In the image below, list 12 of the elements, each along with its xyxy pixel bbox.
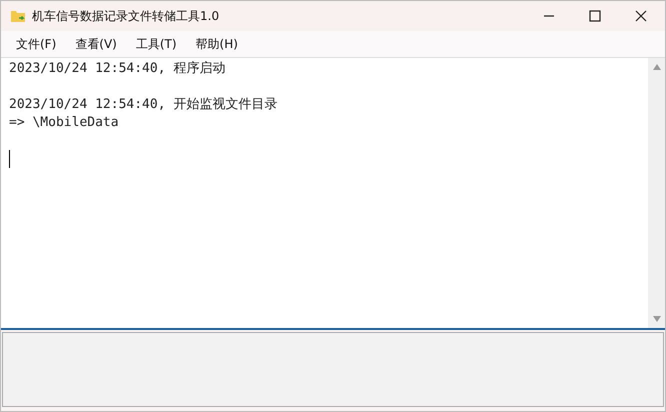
log-line: 2023/10/24 12:54:40, 程序启动 xyxy=(9,60,226,78)
folder-icon xyxy=(10,8,26,24)
window-title: 机车信号数据记录文件转储工具1.0 xyxy=(32,8,220,24)
menu-item[interactable]: 查看(V) xyxy=(75,36,117,52)
menu-item[interactable]: 工具(T) xyxy=(136,36,177,52)
close-icon[interactable] xyxy=(635,10,647,22)
text-cursor xyxy=(9,150,10,168)
maximize-icon[interactable] xyxy=(589,10,601,22)
log-line: 2023/10/24 12:54:40, 开始监视文件目录 xyxy=(9,96,278,114)
menu-item[interactable]: 文件(F) xyxy=(16,36,56,52)
menu-item[interactable]: 帮助(H) xyxy=(196,36,238,52)
log-line: => \MobileData xyxy=(9,114,120,132)
